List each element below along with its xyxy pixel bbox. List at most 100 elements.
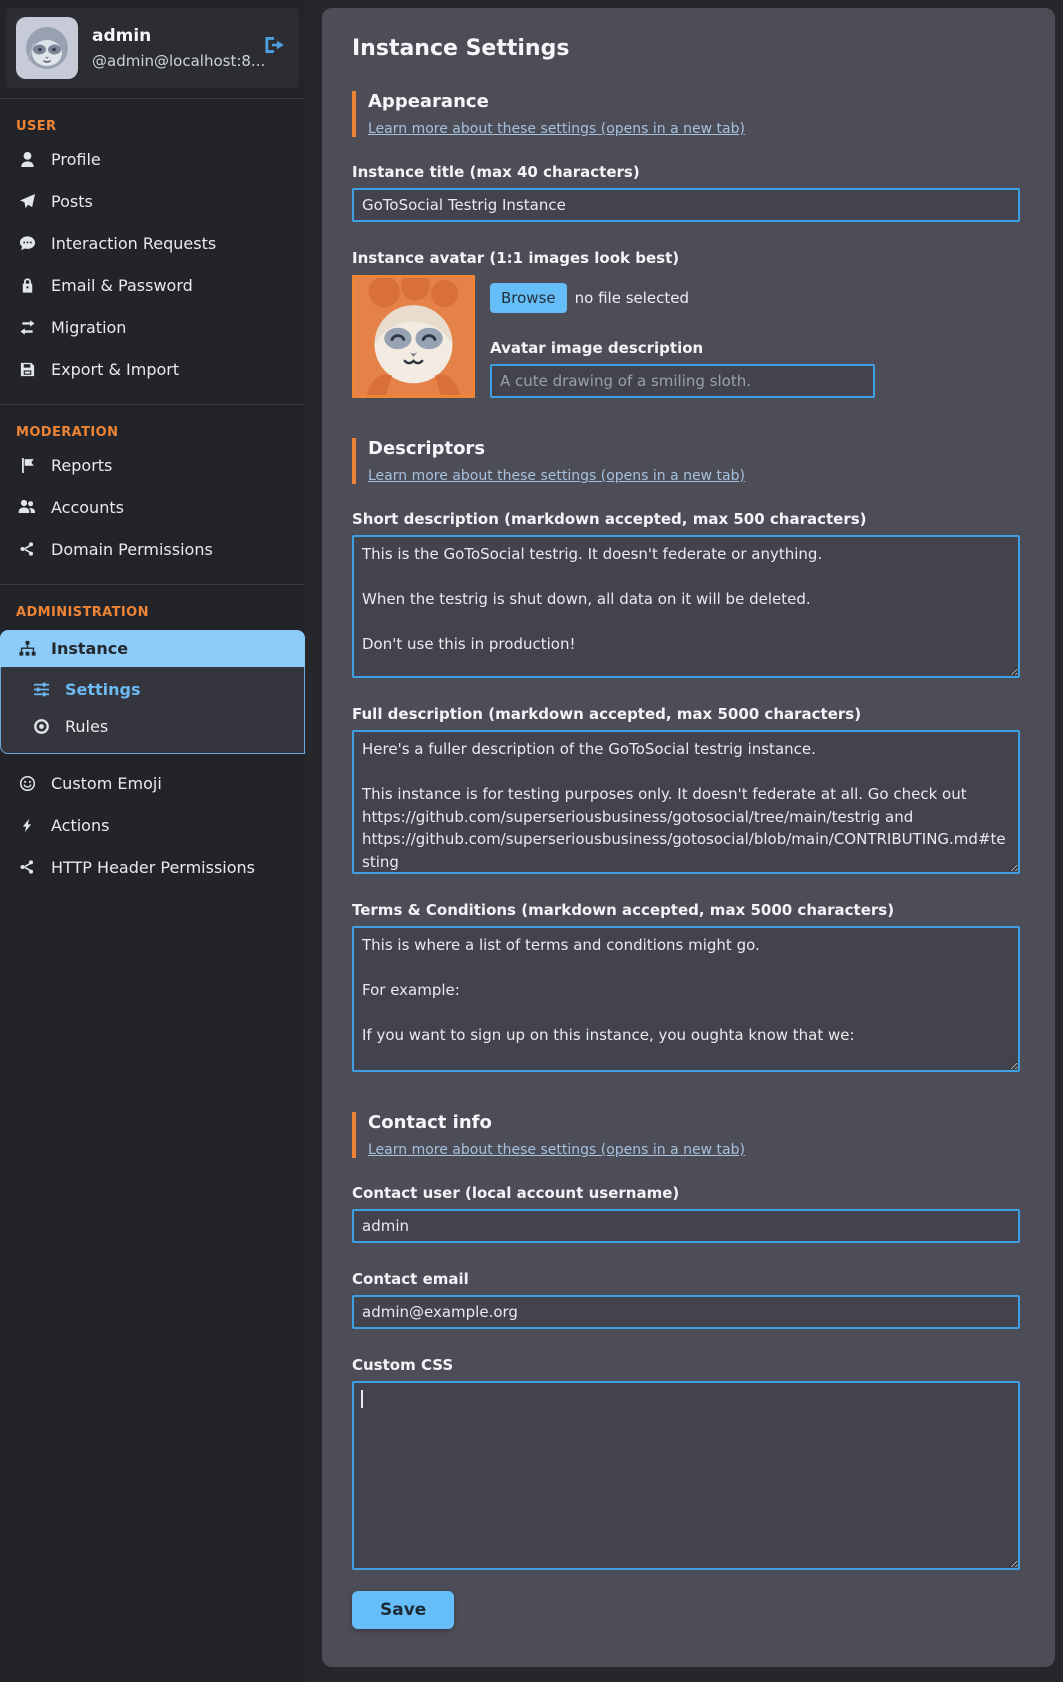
instance-title-label: Instance title (max 40 characters)	[352, 163, 1020, 181]
instance-settings-panel: Instance Settings Appearance Learn more …	[322, 8, 1055, 1667]
user-card[interactable]: admin @admin@localhost:8...	[6, 8, 299, 88]
sidebar-item-label: Instance	[51, 639, 128, 658]
descriptors-title: Descriptors	[368, 438, 1020, 459]
sidebar-item-label: Reports	[51, 456, 112, 475]
contact-user-field: Contact user (local account username)	[352, 1184, 1020, 1243]
section-header-administration: ADMINISTRATION	[0, 585, 305, 624]
contact-learn-more-link[interactable]: Learn more about these settings (opens i…	[368, 1142, 745, 1158]
section-header-user: USER	[0, 99, 305, 138]
contact-title: Contact info	[368, 1112, 1020, 1133]
short-description-field: Short description (markdown accepted, ma…	[352, 510, 1020, 678]
contact-email-label: Contact email	[352, 1270, 1020, 1288]
user-icon	[17, 151, 37, 168]
sidebar-item-settings[interactable]: Settings	[1, 671, 304, 708]
contact-user-input[interactable]	[352, 1209, 1020, 1243]
descriptors-section-header: Descriptors Learn more about these setti…	[352, 438, 1020, 484]
no-file-selected-text: no file selected	[575, 289, 689, 307]
sidebar-item-export-import[interactable]: Export & Import	[0, 348, 305, 390]
user-handle: @admin@localhost:8...	[92, 52, 265, 70]
floppy-icon	[17, 361, 37, 378]
share-nodes-icon	[17, 541, 37, 557]
user-identity: admin @admin@localhost:8...	[92, 26, 265, 70]
logout-icon[interactable]	[263, 34, 285, 56]
paper-plane-icon	[17, 193, 37, 210]
instance-avatar-label: Instance avatar (1:1 images look best)	[352, 249, 1020, 267]
appearance-title: Appearance	[368, 91, 1020, 112]
sliders-icon	[31, 681, 51, 698]
sitemap-icon	[17, 640, 37, 657]
avatar-description-input[interactable]	[490, 364, 875, 398]
sidebar-item-rules[interactable]: Rules	[1, 708, 304, 745]
appearance-learn-more-link[interactable]: Learn more about these settings (opens i…	[368, 121, 745, 137]
bolt-icon	[17, 818, 37, 833]
sidebar-item-label: Migration	[51, 318, 126, 337]
avatar-controls: Browse no file selected Avatar image des…	[490, 275, 875, 398]
terms-label: Terms & Conditions (markdown accepted, m…	[352, 901, 1020, 919]
contact-section-header: Contact info Learn more about these sett…	[352, 1112, 1020, 1158]
sidebar-item-migration[interactable]: Migration	[0, 306, 305, 348]
avatar-description-label: Avatar image description	[490, 339, 875, 357]
sidebar-item-accounts[interactable]: Accounts	[0, 486, 305, 528]
sidebar-item-label: Settings	[65, 680, 141, 699]
sidebar-item-custom-emoji[interactable]: Custom Emoji	[0, 762, 305, 804]
custom-css-field: Custom CSS	[352, 1356, 1020, 1570]
sidebar-item-label: Actions	[51, 816, 109, 835]
lock-icon	[17, 277, 37, 294]
instance-submenu: Settings Rules	[0, 667, 305, 754]
save-button[interactable]: Save	[352, 1591, 454, 1629]
sidebar-item-label: Export & Import	[51, 360, 179, 379]
sidebar-item-label: Profile	[51, 150, 101, 169]
sidebar-item-label: Interaction Requests	[51, 234, 216, 253]
sidebar-item-interaction-requests[interactable]: Interaction Requests	[0, 222, 305, 264]
instance-avatar-field: Instance avatar (1:1 images look best)	[352, 249, 1020, 398]
page-title: Instance Settings	[352, 36, 1020, 61]
terms-textarea[interactable]: This is where a list of terms and condit…	[352, 926, 1020, 1072]
flag-icon	[17, 457, 37, 474]
short-description-label: Short description (markdown accepted, ma…	[352, 510, 1020, 528]
sidebar-item-http-header-permissions[interactable]: HTTP Header Permissions	[0, 846, 305, 888]
sidebar-item-label: Email & Password	[51, 276, 193, 295]
smiley-icon	[17, 775, 37, 792]
terms-field: Terms & Conditions (markdown accepted, m…	[352, 901, 1020, 1072]
instance-avatar-image	[352, 275, 475, 398]
sidebar-item-label: HTTP Header Permissions	[51, 858, 255, 877]
main-area: Instance Settings Appearance Learn more …	[305, 0, 1063, 1682]
contact-email-input[interactable]	[352, 1295, 1020, 1329]
arrows-left-right-icon	[17, 319, 37, 336]
full-description-textarea[interactable]: Here's a fuller description of the GoToS…	[352, 730, 1020, 874]
app-layout: admin @admin@localhost:8... USER Profile…	[0, 0, 1063, 1682]
descriptors-learn-more-link[interactable]: Learn more about these settings (opens i…	[368, 468, 745, 484]
sidebar-item-email-password[interactable]: Email & Password	[0, 264, 305, 306]
full-description-label: Full description (markdown accepted, max…	[352, 705, 1020, 723]
sidebar-item-reports[interactable]: Reports	[0, 444, 305, 486]
sidebar-item-label: Rules	[65, 717, 108, 736]
browse-button[interactable]: Browse	[490, 283, 567, 313]
sloth-avatar-image	[16, 17, 78, 79]
comment-dots-icon	[17, 235, 37, 252]
sloth-instance-avatar	[355, 278, 472, 395]
sidebar-item-label: Accounts	[51, 498, 124, 517]
user-name: admin	[92, 26, 265, 46]
user-avatar	[16, 17, 78, 79]
users-icon	[17, 498, 37, 516]
sidebar-item-label: Domain Permissions	[51, 540, 213, 559]
custom-css-label: Custom CSS	[352, 1356, 1020, 1374]
sidebar-item-label: Custom Emoji	[51, 774, 162, 793]
sidebar-item-posts[interactable]: Posts	[0, 180, 305, 222]
full-description-field: Full description (markdown accepted, max…	[352, 705, 1020, 874]
sidebar-item-instance[interactable]: Instance	[0, 630, 305, 667]
sidebar-item-actions[interactable]: Actions	[0, 804, 305, 846]
appearance-section-header: Appearance Learn more about these settin…	[352, 91, 1020, 137]
circle-dot-icon	[31, 718, 51, 735]
sidebar-item-profile[interactable]: Profile	[0, 138, 305, 180]
sidebar-item-label: Posts	[51, 192, 93, 211]
instance-title-field: Instance title (max 40 characters)	[352, 163, 1020, 222]
contact-user-label: Contact user (local account username)	[352, 1184, 1020, 1202]
sidebar-item-domain-permissions[interactable]: Domain Permissions	[0, 528, 305, 570]
text-cursor	[361, 1390, 363, 1408]
short-description-textarea[interactable]: This is the GoToSocial testrig. It doesn…	[352, 535, 1020, 678]
share-nodes-icon	[17, 859, 37, 875]
instance-title-input[interactable]	[352, 188, 1020, 222]
custom-css-textarea[interactable]	[352, 1381, 1020, 1570]
contact-email-field: Contact email	[352, 1270, 1020, 1329]
